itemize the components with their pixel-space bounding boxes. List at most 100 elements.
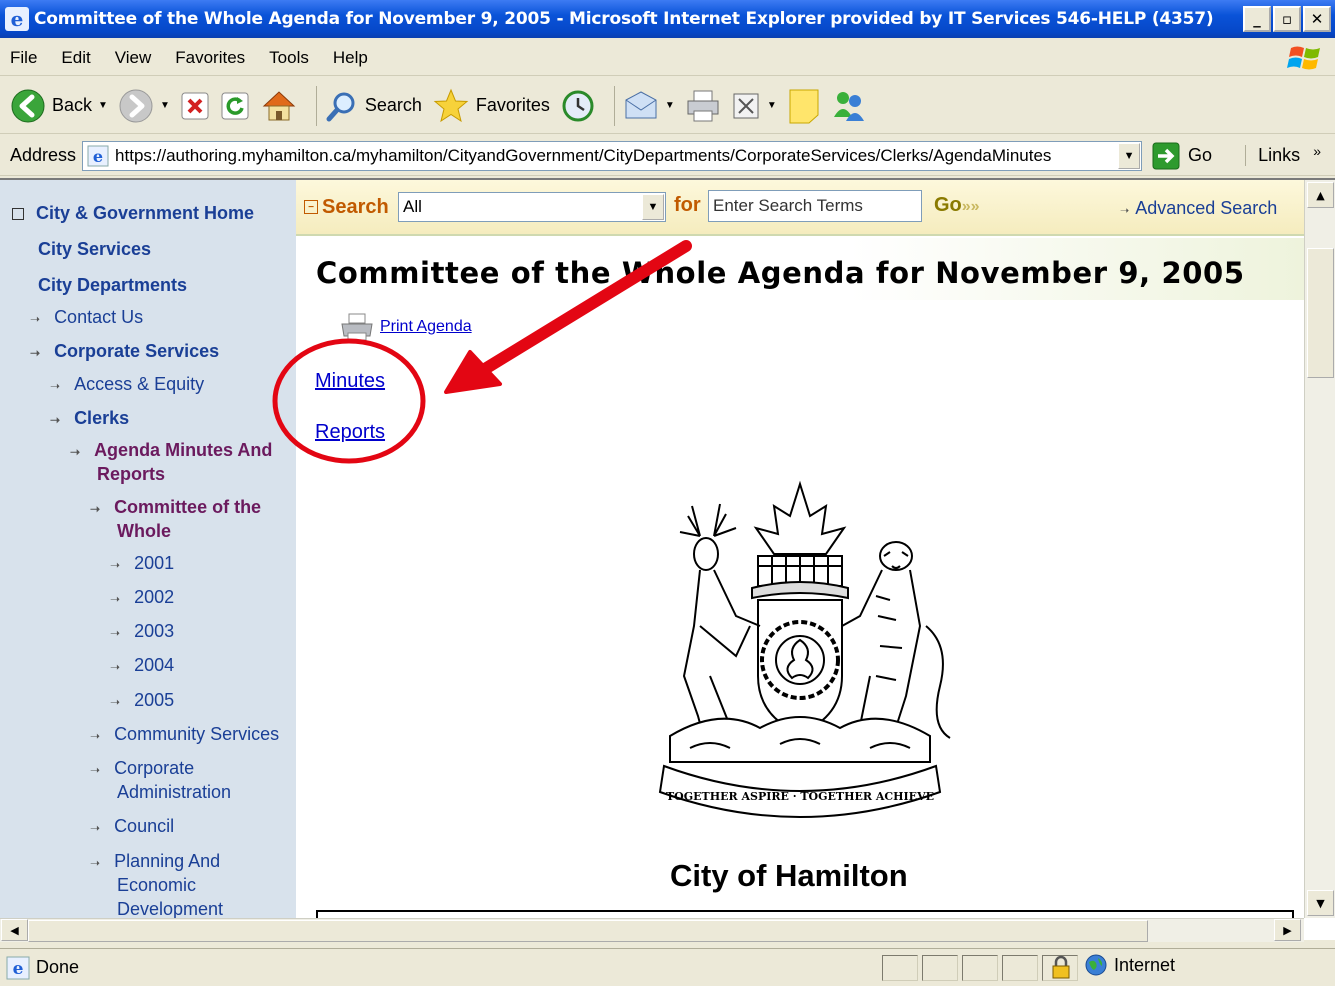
links-button[interactable]: Links » bbox=[1245, 143, 1321, 166]
address-input[interactable]: e https://authoring.myhamilton.ca/myhami… bbox=[82, 140, 1143, 171]
sidebar-item-label-continued[interactable]: Reports bbox=[97, 462, 165, 486]
search-scope-value: All bbox=[403, 197, 422, 216]
back-label: Back bbox=[52, 95, 93, 115]
scroll-up-icon[interactable]: ▲ bbox=[1307, 182, 1334, 208]
sidebar-item-year[interactable]: ➝ 2005 bbox=[110, 688, 174, 714]
printer-icon bbox=[341, 313, 373, 341]
horizontal-scroll-thumb[interactable] bbox=[28, 920, 1148, 942]
menu-help[interactable]: Help bbox=[333, 48, 368, 68]
status-bar: e Done Internet bbox=[0, 948, 1335, 986]
mail-dropdown-icon[interactable]: ▼ bbox=[665, 100, 675, 111]
bullet-arrow-icon: ➝ bbox=[30, 346, 41, 360]
page-title: Committee of the Whole Agenda for Novemb… bbox=[316, 256, 1245, 290]
svg-text:e: e bbox=[93, 147, 103, 166]
advanced-search-link[interactable]: ➝ Advanced Search bbox=[1120, 198, 1277, 219]
messenger-button[interactable] bbox=[831, 89, 867, 123]
home-button[interactable] bbox=[260, 88, 298, 124]
sidebar-item-city-departments[interactable]: City Departments bbox=[38, 273, 187, 297]
search-heading-label: Search bbox=[322, 195, 389, 218]
forward-button[interactable]: ▼ bbox=[118, 88, 170, 124]
print-button[interactable] bbox=[685, 89, 721, 123]
browser-viewport: City & Government Home City Services Cit… bbox=[0, 178, 1335, 942]
go-button[interactable]: Go bbox=[1152, 142, 1212, 170]
main-content: − Search All ▼ for Enter Search Terms Go… bbox=[296, 180, 1304, 918]
bullet-arrow-icon: ➝ bbox=[50, 413, 61, 427]
page-done-icon: e bbox=[6, 956, 30, 979]
sidebar-item-agenda-minutes[interactable]: ➝ Agenda Minutes And bbox=[70, 438, 272, 464]
links-chevron-icon: » bbox=[1313, 143, 1321, 159]
sidebar-item-contact-us[interactable]: ➝ Contact Us bbox=[30, 305, 143, 331]
sidebar-item-label-continued[interactable]: Whole bbox=[117, 519, 171, 543]
search-go-button[interactable]: Go»» bbox=[934, 194, 980, 217]
sidebar-item-clerks[interactable]: ➝ Clerks bbox=[50, 406, 129, 432]
search-input[interactable]: Enter Search Terms bbox=[708, 190, 922, 222]
sidebar-item-label: Contact Us bbox=[54, 307, 144, 327]
bullet-arrow-icon: ➝ bbox=[30, 312, 41, 326]
sidebar-item-year[interactable]: ➝ 2003 bbox=[110, 619, 174, 645]
vertical-scroll-thumb[interactable] bbox=[1307, 248, 1334, 378]
advanced-search-label: Advanced Search bbox=[1135, 198, 1278, 218]
sidebar-item-label: Corporate bbox=[114, 758, 195, 778]
sidebar-item-label: Corporate Services bbox=[54, 341, 220, 361]
bullet-arrow-icon: ➝ bbox=[110, 592, 121, 606]
print-agenda-link[interactable]: Print Agenda bbox=[380, 318, 472, 336]
sidebar-item-label-continued[interactable]: Administration bbox=[117, 780, 231, 804]
sidebar-item-community-services[interactable]: ➝ Community Services bbox=[90, 722, 279, 748]
address-dropdown-icon[interactable]: ▼ bbox=[1118, 142, 1141, 169]
edit-dropdown-icon[interactable]: ▼ bbox=[767, 100, 777, 111]
sidebar-item-corporate-services[interactable]: ➝ Corporate Services bbox=[30, 339, 219, 365]
vertical-scrollbar[interactable]: ▲ ▼ bbox=[1304, 180, 1335, 918]
sidebar-item-city-services[interactable]: City Services bbox=[38, 237, 151, 261]
discuss-button[interactable] bbox=[787, 87, 821, 125]
stop-button[interactable] bbox=[180, 91, 210, 121]
forward-dropdown-icon[interactable]: ▼ bbox=[160, 100, 170, 111]
sidebar-item-year[interactable]: ➝ 2001 bbox=[110, 551, 174, 577]
address-url: https://authoring.myhamilton.ca/myhamilt… bbox=[115, 145, 1052, 165]
mail-button[interactable]: ▼ bbox=[623, 90, 675, 122]
minutes-link[interactable]: Minutes bbox=[315, 370, 385, 393]
maximize-button[interactable]: ▫ bbox=[1273, 6, 1301, 32]
search-button[interactable]: Search bbox=[325, 89, 422, 123]
city-crest-image: TOGETHER ASPIRE · TOGETHER ACHIEVE bbox=[658, 480, 951, 818]
back-dropdown-icon[interactable]: ▼ bbox=[98, 100, 108, 111]
history-button[interactable] bbox=[560, 88, 596, 124]
horizontal-scrollbar[interactable]: ◀ ▶ bbox=[0, 918, 1304, 942]
edit-button[interactable]: ▼ bbox=[731, 91, 777, 121]
scroll-down-icon[interactable]: ▼ bbox=[1307, 890, 1334, 916]
menu-tools[interactable]: Tools bbox=[269, 48, 309, 68]
minimize-button[interactable]: _ bbox=[1243, 6, 1271, 32]
sidebar-item-year[interactable]: ➝ 2002 bbox=[110, 585, 174, 611]
sidebar-item-label: 2002 bbox=[134, 587, 175, 607]
toolbar: Back ▼ ▼ Search Favorites ▼ ▼ bbox=[0, 78, 1335, 134]
print-agenda[interactable]: Print Agenda bbox=[340, 312, 472, 342]
close-button[interactable]: ✕ bbox=[1303, 6, 1331, 32]
search-scope-select[interactable]: All ▼ bbox=[398, 192, 666, 222]
address-label: Address bbox=[10, 145, 77, 165]
menu-edit[interactable]: Edit bbox=[61, 48, 90, 68]
chevron-down-icon[interactable]: ▼ bbox=[642, 194, 664, 220]
menu-file[interactable]: File bbox=[10, 48, 37, 68]
go-label: Go bbox=[1188, 145, 1213, 165]
sidebar-item-planning[interactable]: ➝ Planning And bbox=[90, 849, 220, 875]
bullet-arrow-icon: ➝ bbox=[90, 502, 101, 516]
sidebar-item-committee-of-the-whole[interactable]: ➝ Committee of the bbox=[90, 495, 261, 521]
scroll-right-icon[interactable]: ▶ bbox=[1274, 919, 1301, 941]
search-heading: − Search bbox=[304, 196, 389, 219]
sidebar-item-corporate-administration[interactable]: ➝ Corporate bbox=[90, 756, 194, 782]
sidebar-item-home[interactable]: City & Government Home bbox=[12, 201, 254, 225]
menu-view[interactable]: View bbox=[115, 48, 152, 68]
sidebar-item-council[interactable]: ➝ Council bbox=[90, 814, 174, 840]
menu-favorites[interactable]: Favorites bbox=[175, 48, 245, 68]
sidebar-item-label-continued[interactable]: Development bbox=[117, 897, 223, 918]
refresh-button[interactable] bbox=[220, 91, 250, 121]
bullet-arrow-icon: ➝ bbox=[110, 660, 121, 674]
sidebar-item-label: 2004 bbox=[134, 655, 175, 675]
scroll-left-icon[interactable]: ◀ bbox=[1, 919, 28, 941]
favorites-button[interactable]: Favorites bbox=[432, 87, 550, 125]
back-button[interactable]: Back ▼ bbox=[10, 88, 108, 124]
window-title: Committee of the Whole Agenda for Novemb… bbox=[34, 9, 1214, 29]
reports-link[interactable]: Reports bbox=[315, 421, 385, 444]
sidebar-item-year[interactable]: ➝ 2004 bbox=[110, 653, 174, 679]
sidebar-item-label-continued[interactable]: Economic bbox=[117, 873, 196, 897]
sidebar-item-access-equity[interactable]: ➝ Access & Equity bbox=[50, 372, 204, 398]
